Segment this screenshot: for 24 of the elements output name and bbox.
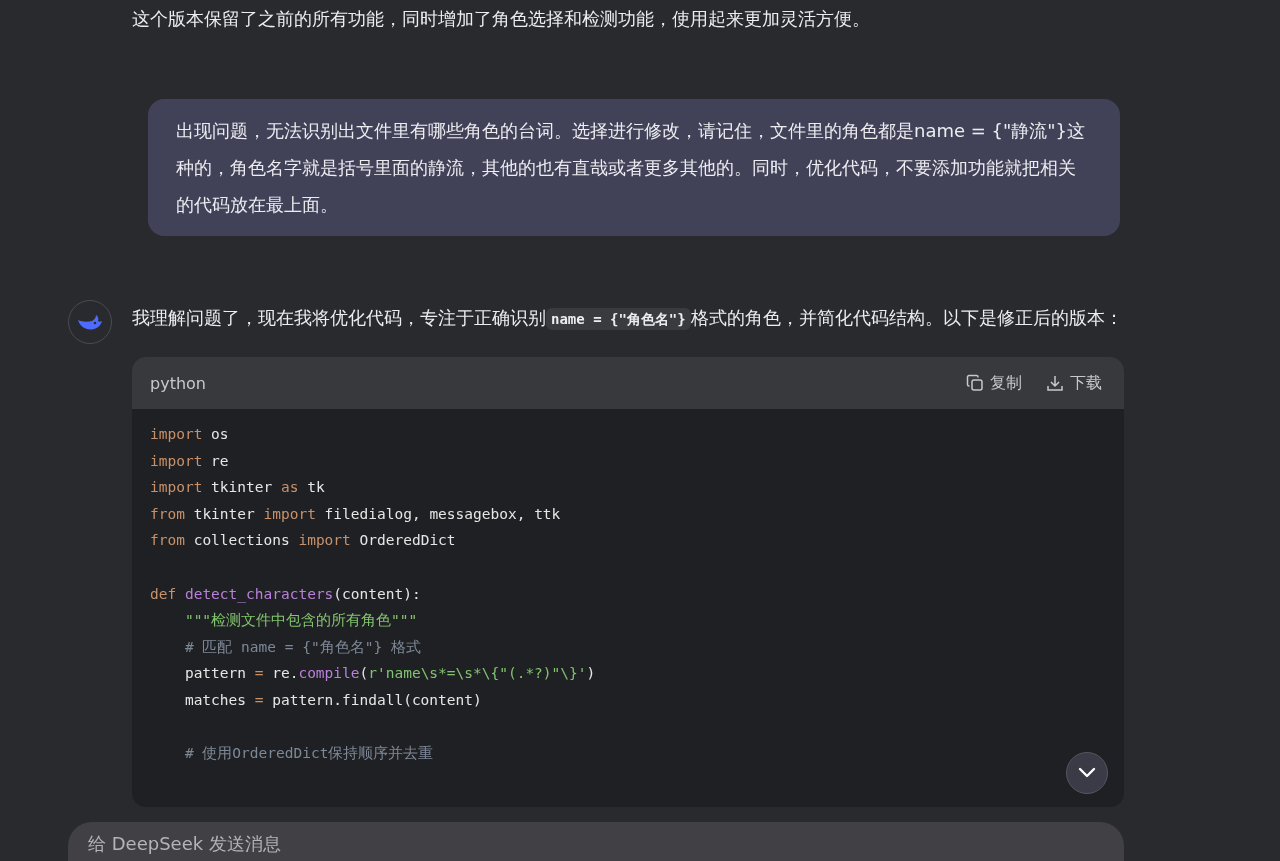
message-input[interactable]: 给 DeepSeek 发送消息	[88, 833, 1104, 855]
user-message: 出现问题，无法识别出文件里有哪些角色的台词。选择进行修改，请记住，文件里的角色都是name = {"静流"}这种的，角色名字就是括号里面的静流，其他的也有直哉或者更多其他的。同时，优化代码，不要添加功能就把相关的代码放在最上面。	[148, 99, 1120, 236]
code-line: import re	[150, 451, 230, 471]
download-icon	[1046, 374, 1064, 392]
code-language: python	[150, 373, 207, 393]
download-button[interactable]: 下载	[1046, 372, 1102, 394]
code-line: matches = pattern.findall(content)	[183, 690, 483, 710]
code-line: from collections import OrderedDict	[150, 531, 457, 551]
code-line: import os	[150, 425, 230, 444]
reply-text: 我理解问题了，现在我将优化代码，专注于正确识别	[132, 307, 546, 328]
code-line: # 匹配 name = {"角色名"} 格式	[183, 637, 422, 657]
code-line: from tkinter import filedialog, messagebox, ttk	[150, 504, 562, 524]
copy-button[interactable]: 复制	[966, 372, 1022, 394]
code-line: """检测文件中包含的所有角色"""	[183, 611, 419, 631]
intro-text: 这个版本保留了之前的所有功能，同时增加了角色选择和检测功能，使用起来更加灵活方便。	[132, 7, 871, 31]
message-field[interactable]: 给 DeepSeek 发送消息	[68, 822, 1124, 861]
inline-code: name = {"角色名"}	[546, 308, 691, 330]
code-line: import tkinter as tk	[150, 478, 326, 498]
chevron-down-icon	[1078, 767, 1096, 779]
copy-icon	[966, 374, 984, 392]
code-line: pattern = re.compile(r'name\s*=\s*\{"(.*?)"\}')	[183, 664, 597, 684]
code-line: # 使用OrderedDict保持顺序并去重	[183, 744, 435, 764]
reply-text: 格式的角色，并简化代码结构。以下是修正后的版本：	[690, 307, 1123, 328]
code-line: def detect_characters(content):	[150, 584, 422, 605]
